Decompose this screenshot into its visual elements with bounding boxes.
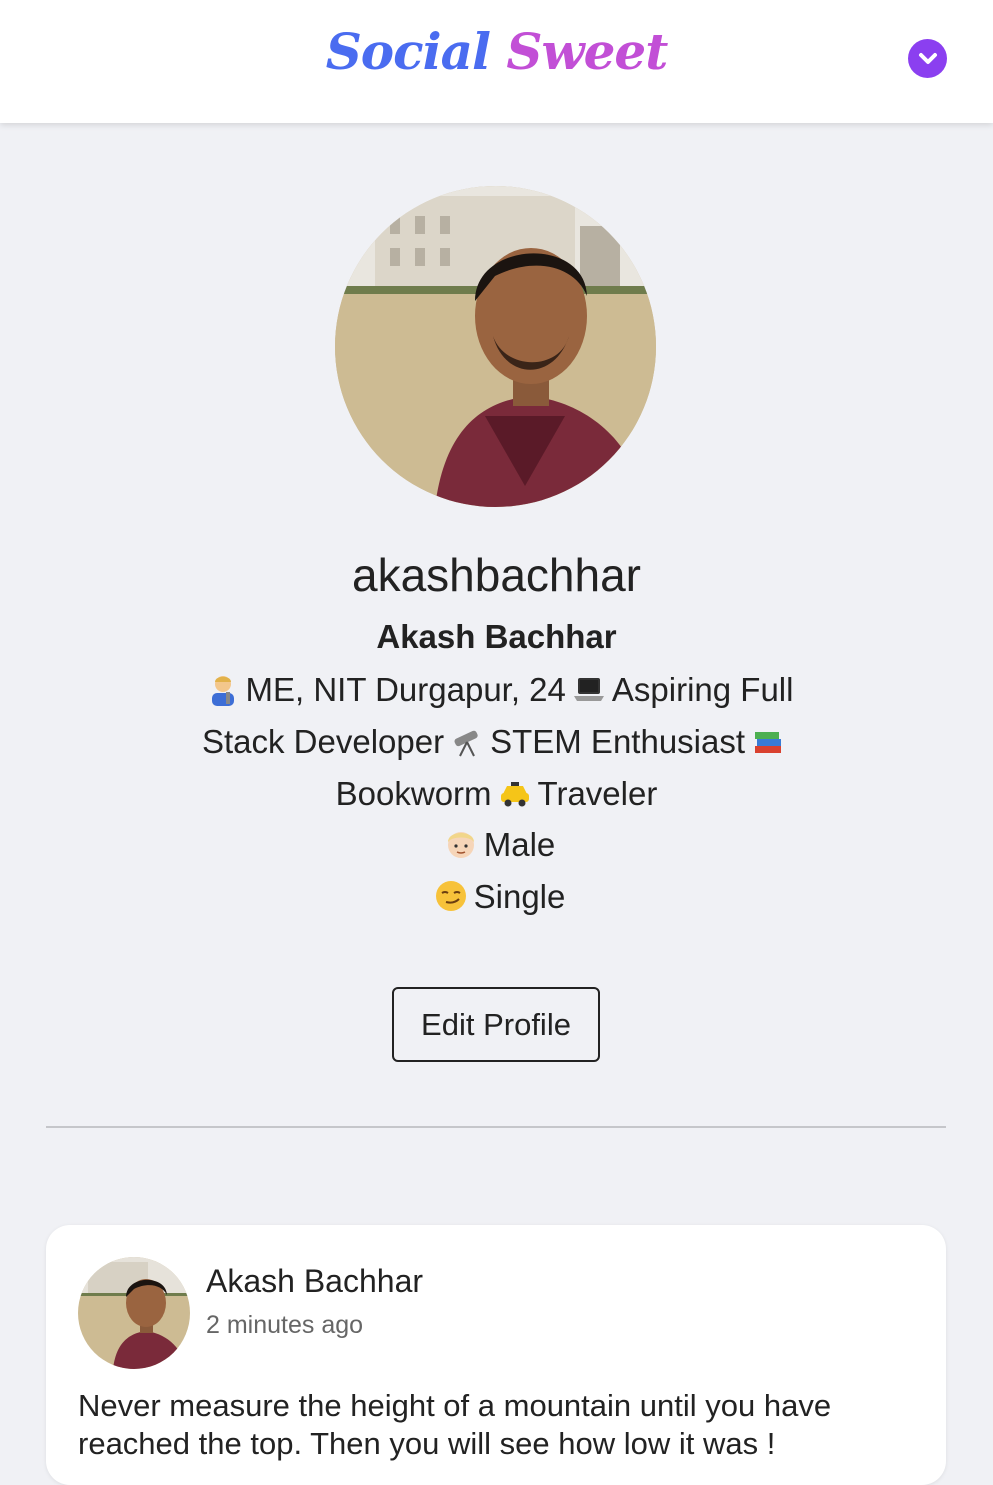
- profile-full-name: Akash Bachhar: [376, 618, 617, 655]
- top-navbar: Social Sweet: [0, 0, 993, 123]
- profile-username: akashbachhar: [352, 549, 641, 601]
- post-author-name[interactable]: Akash Bachhar: [206, 1263, 423, 1300]
- profile-photo: [335, 186, 656, 507]
- books-emoji-icon: [755, 732, 782, 753]
- post-text: Never measure the height of a mountain u…: [78, 1388, 832, 1461]
- bio-part-1: ME, NIT Durgapur, 24: [245, 671, 566, 708]
- relationship-label: Single: [473, 878, 566, 915]
- menu-dropdown-button[interactable]: [908, 39, 947, 78]
- taxi-emoji-icon: [500, 782, 529, 807]
- logo-word-social: Social: [325, 22, 491, 81]
- chevron-down-icon: [918, 52, 937, 64]
- mechanic-emoji-icon: [211, 676, 234, 706]
- bio-part-5: Traveler: [537, 775, 658, 812]
- smirk-emoji-icon: [435, 881, 466, 911]
- logo-word-sweet: Sweet: [506, 22, 668, 81]
- telescope-emoji-icon: [454, 730, 478, 757]
- app-logo[interactable]: Social Sweet: [0, 22, 993, 81]
- man-emoji-icon: [447, 832, 474, 858]
- bio-part-3: STEM Enthusiast: [490, 723, 746, 760]
- post-timestamp: 2 minutes ago: [206, 1311, 364, 1339]
- section-divider: [46, 1126, 946, 1128]
- post-author-avatar[interactable]: [78, 1257, 190, 1369]
- profile-gender: Male: [0, 826, 993, 864]
- edit-profile-button[interactable]: Edit Profile: [392, 987, 600, 1062]
- profile-bio: ME, NIT Durgapur, 24 Aspiring Full Stack…: [170, 664, 823, 820]
- profile-relationship: Single: [0, 878, 993, 916]
- post-card: Akash Bachhar 2 minutes ago Never measur…: [46, 1225, 946, 1485]
- bio-part-4: Bookworm: [335, 775, 492, 812]
- laptop-emoji-icon: [573, 678, 604, 701]
- gender-label: Male: [483, 826, 556, 863]
